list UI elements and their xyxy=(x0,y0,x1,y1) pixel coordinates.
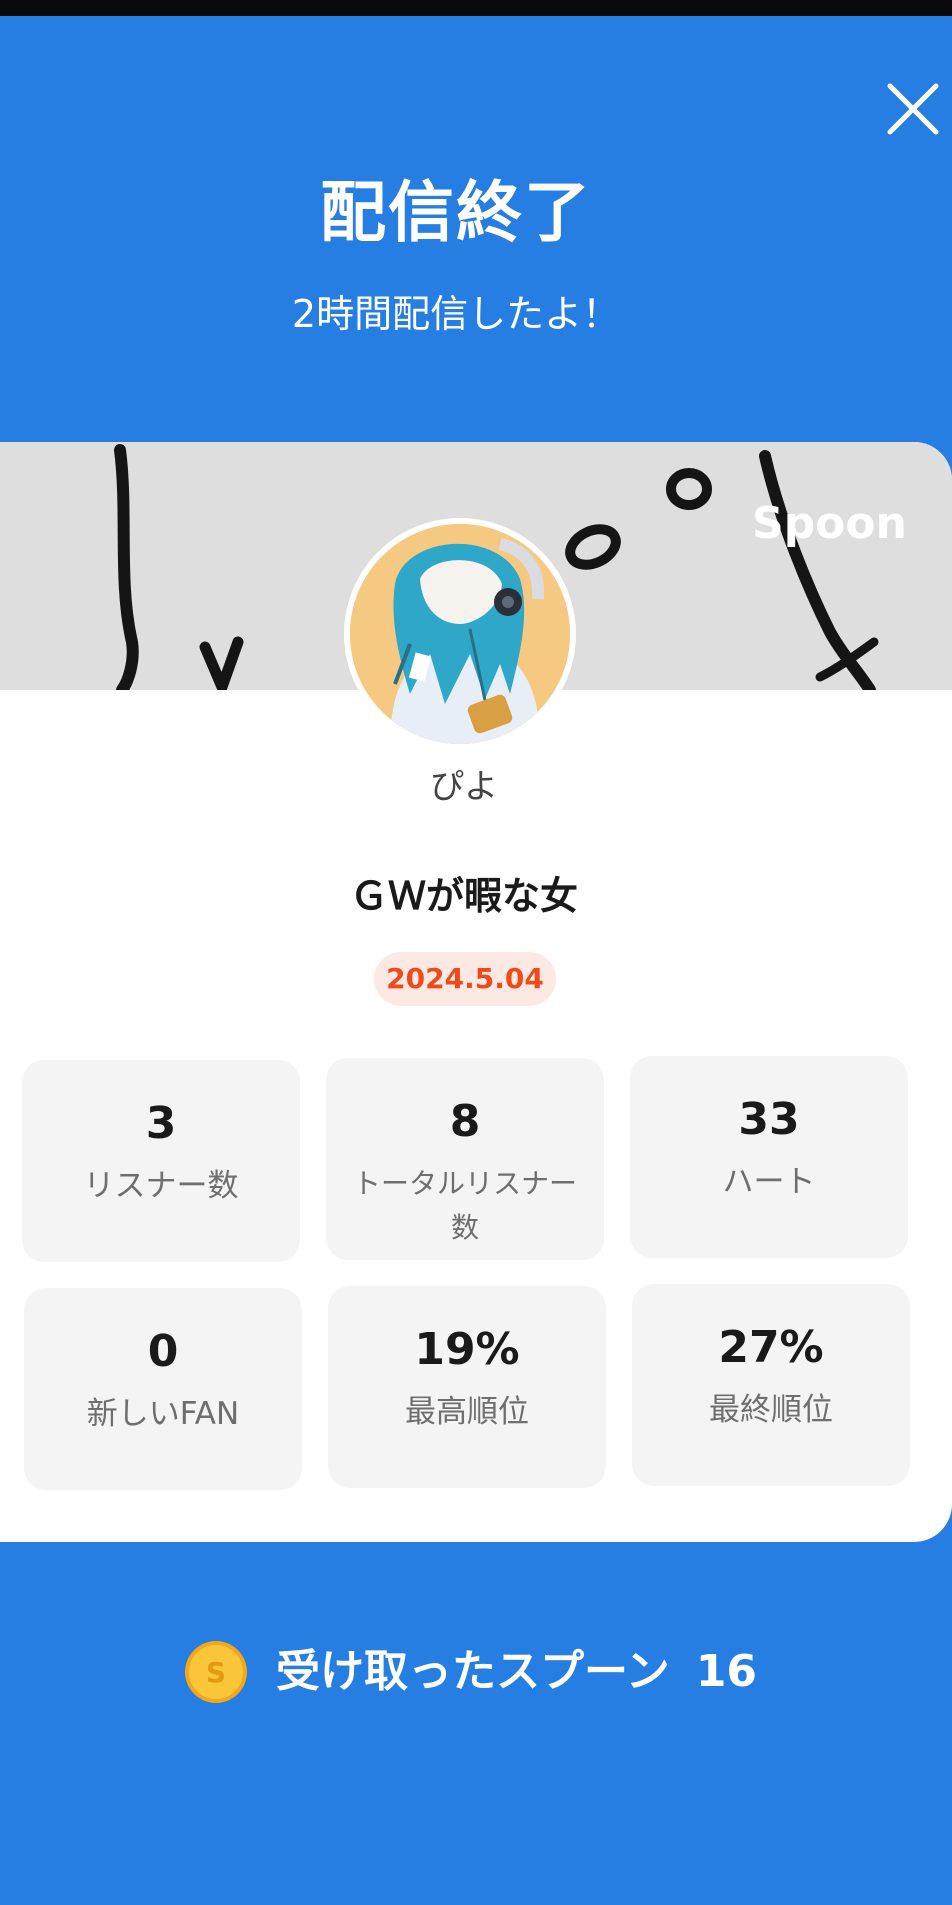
stat-label: リスナー数 xyxy=(83,1168,239,1204)
stat-new-fans: 0 新しいFAN xyxy=(24,1288,302,1490)
stat-value: 0 xyxy=(147,1326,179,1377)
stat-label: 最終順位 xyxy=(709,1392,833,1428)
stat-total-listeners: 8 トータルリスナー数 xyxy=(326,1058,604,1260)
stat-value: 27% xyxy=(718,1322,824,1373)
close-button[interactable] xyxy=(882,78,944,140)
spoons-count: 16 xyxy=(695,1646,758,1697)
stat-highest-rank: 19% 最高順位 xyxy=(328,1286,606,1488)
stat-value: 3 xyxy=(145,1098,177,1149)
spoon-logo: Spoon xyxy=(752,498,907,549)
avatar[interactable] xyxy=(344,518,576,750)
stat-value: 19% xyxy=(414,1324,520,1375)
received-spoons: S 受け取ったスプーン 16 xyxy=(184,1638,757,1706)
status-bar-strip xyxy=(0,0,952,16)
coin-letter: S xyxy=(206,1656,226,1689)
spoon-coin-icon: S xyxy=(184,1640,248,1704)
stat-value: 8 xyxy=(449,1096,481,1147)
broadcast-date-badge: 2024.5.04 xyxy=(374,952,556,1006)
avatar-illustration-icon xyxy=(350,524,570,744)
close-icon xyxy=(887,83,939,135)
stat-value: 33 xyxy=(738,1094,800,1145)
stat-listeners: 3 リスナー数 xyxy=(22,1060,300,1262)
stat-label: 最高順位 xyxy=(405,1394,529,1430)
stat-hearts: 33 ハート xyxy=(630,1056,908,1258)
broadcast-summary-card: Spoon ぴよ ＧＷが暇な女 2024.5.04 3 リスナー数 8 トータル… xyxy=(0,442,952,1542)
broadcast-title: ＧＷが暇な女 xyxy=(349,874,578,918)
stat-label: トータルリスナー数 xyxy=(352,1167,577,1244)
spoons-label: 受け取ったスプーン xyxy=(276,1646,670,1697)
page-title: 配信終了 xyxy=(320,174,592,251)
stat-label: ハート xyxy=(722,1164,816,1200)
broadcast-duration: 2時間配信したよ！ xyxy=(291,292,621,336)
username: ぴよ xyxy=(430,767,498,807)
stat-final-rank: 27% 最終順位 xyxy=(632,1284,910,1486)
stat-label: 新しいFAN xyxy=(86,1396,240,1432)
